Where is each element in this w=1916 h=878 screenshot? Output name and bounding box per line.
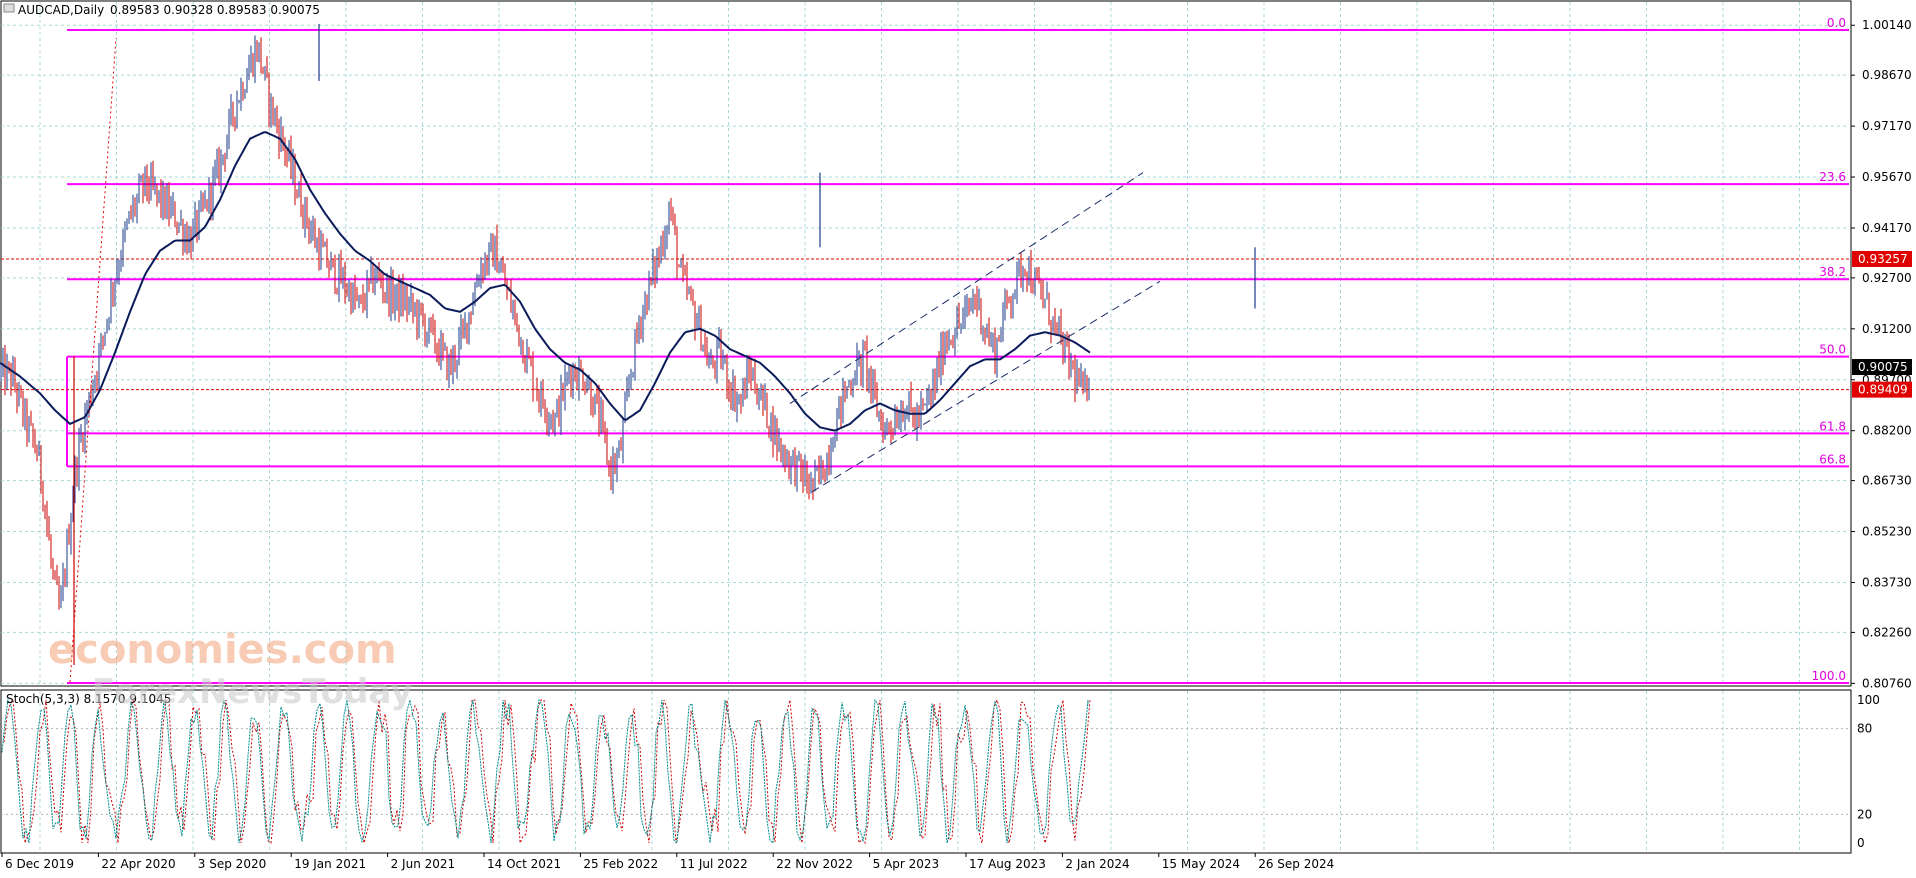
price-tag-text: 0.90075 [1858, 360, 1908, 374]
price-axis-tick: 1.00140 [1862, 18, 1912, 32]
price-axis-tick: 0.82260 [1862, 625, 1912, 639]
time-axis-tick: 2 Jun 2021 [391, 857, 456, 871]
time-axis-tick: 25 Feb 2022 [583, 857, 658, 871]
watermark: economies.com ForexNewsToday [48, 627, 413, 712]
price-axis-tick: 0.86730 [1862, 474, 1912, 488]
fib-level-label: 38.2 [1819, 265, 1846, 279]
price-axis-tick: 0.97170 [1862, 119, 1912, 133]
symbol-label: AUDCAD,Daily [18, 3, 104, 17]
time-axis-tick: 15 May 2024 [1162, 857, 1240, 871]
stoch-axis-tick: 20 [1857, 807, 1872, 821]
time-axis-tick: 17 Aug 2023 [969, 857, 1046, 871]
fib-level-label: 100.0 [1812, 669, 1846, 683]
fib-level-label: 23.6 [1819, 170, 1846, 184]
price-axis-tick: 0.88200 [1862, 424, 1912, 438]
time-axis-tick: 22 Nov 2022 [776, 857, 853, 871]
time-axis-tick: 6 Dec 2019 [5, 857, 74, 871]
fib-level-label: 66.8 [1819, 452, 1846, 466]
price-axis-tick: 0.98670 [1862, 68, 1912, 82]
price-axis-tick: 0.94170 [1862, 221, 1912, 235]
stoch-axis-tick: 0 [1857, 836, 1865, 850]
time-axis-tick: 19 Jan 2021 [294, 857, 366, 871]
price-axis-tick: 0.91200 [1862, 322, 1912, 336]
fib-level-label: 50.0 [1819, 343, 1846, 357]
chart-header: AUDCAD,Daily 0.89583 0.90328 0.89583 0.9… [3, 3, 320, 17]
audcad-daily-chart[interactable]: 0.0 23.6 38.2 50.0 61.8 66.8 100.0 100 80 20 0 1.… [0, 0, 1916, 874]
time-axis-tick: 5 Apr 2023 [873, 857, 940, 871]
time-axis-tick: 2 Jan 2024 [1065, 857, 1129, 871]
watermark-forexnewstoday: ForexNewsToday [92, 672, 413, 712]
stoch-axis-tick: 100 [1857, 693, 1880, 707]
fib-level-label: 0.0 [1827, 16, 1846, 30]
price-tag-text: 0.93257 [1858, 252, 1908, 266]
price-axis-tick: 0.85230 [1862, 525, 1912, 539]
header-triangle-icon [3, 3, 15, 13]
stoch-axis-tick: 80 [1857, 722, 1872, 736]
time-axis-tick: 22 Apr 2020 [101, 857, 175, 871]
price-axis-tick: 0.83730 [1862, 575, 1912, 589]
watermark-economies: economies.com [48, 627, 397, 673]
time-axis-tick: 3 Sep 2020 [198, 857, 266, 871]
price-axis-tick: 0.92700 [1862, 271, 1912, 285]
price-tag-text: 0.89409 [1858, 383, 1908, 397]
time-axis-tick: 11 Jul 2022 [680, 857, 748, 871]
price-axis-tick: 0.95670 [1862, 170, 1912, 184]
time-axis-tick: 26 Sep 2024 [1258, 857, 1334, 871]
time-axis-tick: 14 Oct 2021 [487, 857, 561, 871]
fib-level-label: 61.8 [1819, 419, 1846, 433]
chart-window: 0.0 23.6 38.2 50.0 61.8 66.8 100.0 100 80 20 0 1.… [0, 0, 1916, 874]
price-axis-tick: 0.80760 [1862, 676, 1912, 690]
ohlc-values: 0.89583 0.90328 0.89583 0.90075 [110, 3, 320, 17]
